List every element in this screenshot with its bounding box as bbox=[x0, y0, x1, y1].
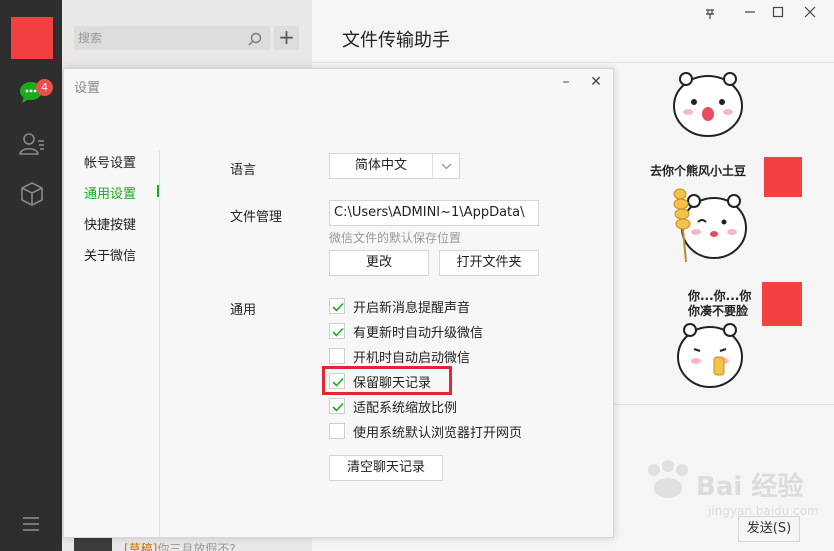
menu-icon[interactable] bbox=[22, 516, 40, 532]
language-select[interactable]: 简体中文 bbox=[329, 153, 460, 179]
clear-chat-history-button[interactable]: 清空聊天记录 bbox=[329, 455, 443, 481]
open-folder-button[interactable]: 打开文件夹 bbox=[439, 250, 539, 276]
watermark: Bai 经验 jingyan.baidu.com bbox=[640, 460, 830, 540]
option-label: 使用系统默认浏览器打开网页 bbox=[353, 426, 523, 441]
header-divider bbox=[312, 62, 834, 63]
minimize-icon[interactable]: – bbox=[556, 73, 576, 91]
file-path-field[interactable]: C:\Users\ADMINI~1\AppData\ bbox=[329, 200, 539, 226]
language-label: 语言 bbox=[230, 163, 257, 178]
chevron-down-icon[interactable] bbox=[432, 154, 459, 178]
sender-avatar[interactable] bbox=[764, 157, 802, 197]
dialog-title: 设置 bbox=[74, 81, 101, 96]
sticker-image[interactable]: 去你个熊风小土豆 bbox=[650, 158, 754, 266]
sidebar-item-shortcuts[interactable]: 快捷按键 bbox=[84, 214, 136, 233]
list-item-preview[interactable]: [草稿]你三月放假不? bbox=[124, 540, 236, 551]
option-label: 有更新时自动升级微信 bbox=[353, 326, 484, 341]
search-box[interactable] bbox=[74, 26, 270, 50]
contacts-icon[interactable] bbox=[18, 130, 46, 158]
watermark-text: Bai 经验 bbox=[696, 472, 804, 502]
search-icon[interactable] bbox=[248, 31, 262, 46]
option-label: 适配系统缩放比例 bbox=[353, 401, 458, 416]
left-nav-bar: 4 bbox=[0, 0, 62, 551]
checkbox[interactable] bbox=[329, 298, 345, 314]
chat-title: 文件传输助手 bbox=[342, 30, 450, 51]
box-icon[interactable] bbox=[18, 180, 46, 208]
sidebar-item-account[interactable]: 帐号设置 bbox=[84, 152, 136, 171]
maximize-icon[interactable] bbox=[766, 6, 790, 24]
search-input[interactable] bbox=[78, 26, 238, 50]
sidebar-divider bbox=[159, 151, 160, 537]
file-management-label: 文件管理 bbox=[230, 210, 283, 225]
option-label: 开启新消息提醒声音 bbox=[353, 301, 471, 316]
pin-icon[interactable] bbox=[698, 6, 722, 24]
close-icon[interactable] bbox=[798, 6, 822, 24]
preview-text: 你三月放假不? bbox=[157, 542, 236, 551]
draft-tag: [草稿] bbox=[124, 542, 158, 551]
add-button[interactable]: + bbox=[274, 26, 299, 50]
highlight-box bbox=[322, 366, 452, 395]
sidebar-item-general[interactable]: 通用设置 bbox=[84, 183, 136, 202]
close-icon[interactable]: ✕ bbox=[586, 73, 606, 91]
settings-dialog: 设置 – ✕ 帐号设置 通用设置 快捷按键 关于微信 语言 简体中文 文件管理 … bbox=[63, 68, 614, 538]
general-label: 通用 bbox=[230, 303, 257, 318]
option-label: 开机时自动启动微信 bbox=[353, 351, 471, 366]
sender-avatar[interactable] bbox=[762, 282, 802, 326]
user-avatar[interactable] bbox=[11, 17, 53, 59]
checkbox[interactable] bbox=[329, 423, 345, 439]
checkbox[interactable] bbox=[329, 348, 345, 364]
minimize-icon[interactable] bbox=[738, 6, 762, 24]
checkbox[interactable] bbox=[329, 323, 345, 339]
send-button[interactable]: 发送(S) bbox=[738, 516, 800, 542]
sidebar-item-about[interactable]: 关于微信 bbox=[84, 245, 136, 264]
unread-badge: 4 bbox=[36, 79, 53, 96]
sticker-image[interactable]: 你...你...你 你凑不要脸 bbox=[660, 285, 760, 390]
language-value: 简体中文 bbox=[354, 158, 407, 173]
change-button[interactable]: 更改 bbox=[329, 250, 429, 276]
sticker-image[interactable] bbox=[668, 62, 748, 140]
file-path-hint: 微信文件的默认保存位置 bbox=[329, 231, 462, 245]
checkbox[interactable] bbox=[329, 398, 345, 414]
